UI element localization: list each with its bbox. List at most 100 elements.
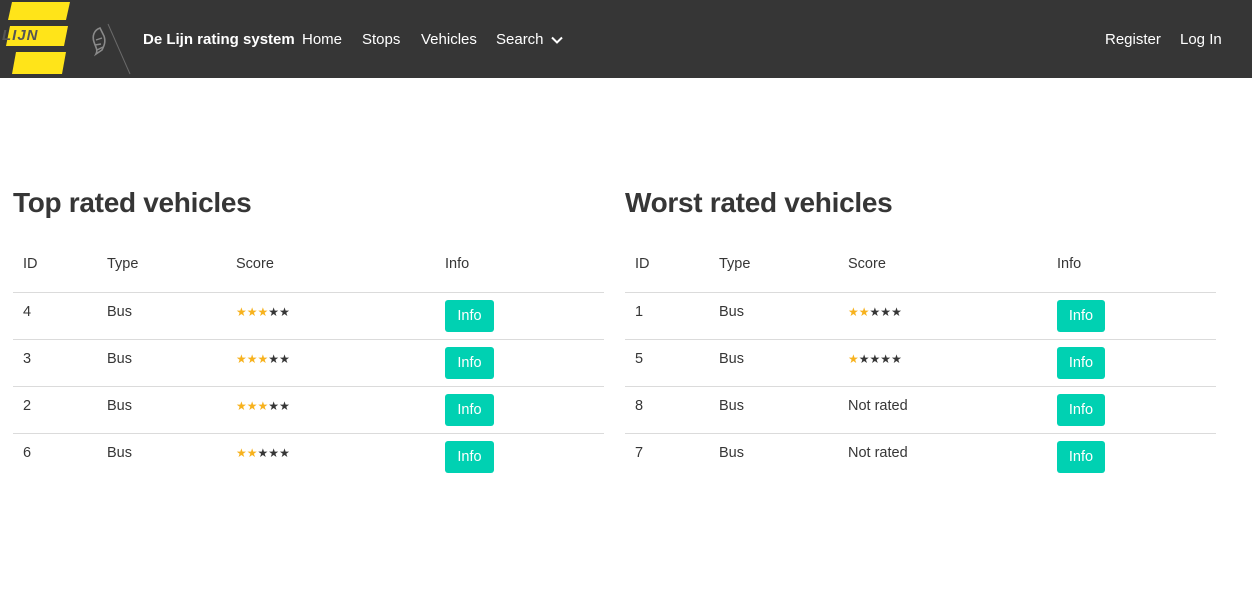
star-empty-icon: ★ (268, 304, 280, 319)
header-info: Info (1057, 248, 1216, 293)
vehicle-type: Bus (107, 339, 236, 387)
star-empty-icon: ★ (891, 304, 902, 319)
star-filled-icon: ★ (848, 304, 859, 319)
nav-search-dropdown[interactable]: Search (496, 30, 564, 50)
info-cell: Info (1057, 292, 1216, 340)
nav-home[interactable]: Home (302, 30, 342, 50)
info-button[interactable]: Info (1057, 346, 1105, 379)
table-row: 2 Bus ★★★★★ Info (13, 386, 604, 434)
de-lijn-logo[interactable]: LIJN (0, 2, 76, 76)
star-filled-icon: ★ (236, 398, 247, 413)
vehicle-type: Bus (719, 444, 744, 461)
info-button[interactable]: Info (445, 299, 494, 332)
star-empty-icon: ★ (279, 445, 290, 460)
star-filled-icon: ★ (246, 351, 258, 366)
star-filled-icon: ★ (858, 304, 870, 319)
header-score: Score (236, 248, 445, 293)
vehicle-id: 7 (635, 444, 644, 461)
top-rated-title: Top rated vehicles (13, 187, 252, 218)
vehicle-type: Bus (107, 292, 236, 340)
table-row: 3 Bus ★★★★★ Info (13, 339, 604, 387)
login-link[interactable]: Log In (1180, 30, 1222, 50)
star-filled-icon: ★ (246, 398, 258, 413)
info-cell: Info (445, 339, 604, 387)
header-info: Info (445, 248, 604, 293)
table-row: 7 Bus Not rated Info (625, 433, 1216, 480)
info-cell: Info (1057, 339, 1216, 387)
vehicle-id: 8 (625, 386, 719, 434)
star-empty-icon: ★ (880, 304, 892, 319)
star-rating: ★★★★★ (236, 292, 445, 340)
info-button[interactable]: Info (445, 440, 494, 473)
star-rating: ★★★★★ (236, 386, 445, 434)
table-header-row: ID Type Score Info (625, 248, 1216, 293)
register-link[interactable]: Register (1105, 30, 1161, 50)
star-filled-icon: ★ (246, 445, 258, 460)
star-filled-icon: ★ (246, 304, 258, 319)
vehicle-type: Bus (719, 386, 848, 434)
info-cell: Info (1057, 386, 1216, 434)
star-filled-icon: ★ (236, 351, 247, 366)
star-empty-icon: ★ (869, 304, 881, 319)
star-rating: ★★★★★ (848, 339, 1057, 387)
star-filled-icon: ★ (257, 398, 269, 413)
info-cell: Info (445, 292, 604, 340)
star-filled-icon: ★ (257, 351, 269, 366)
vehicle-id: 4 (13, 292, 107, 340)
star-empty-icon: ★ (891, 351, 902, 366)
info-button[interactable]: Info (445, 393, 494, 426)
vehicle-type: Bus (719, 292, 848, 340)
nav-vehicles[interactable]: Vehicles (421, 30, 477, 50)
vehicle-id: 6 (23, 444, 32, 461)
header-type: Type (719, 248, 848, 293)
star-filled-icon: ★ (236, 445, 247, 460)
star-empty-icon: ★ (279, 351, 290, 366)
header-id: ID (13, 248, 107, 293)
vehicle-id: 1 (625, 292, 719, 340)
top-rated-table: ID Type Score Info 4 Bus ★★★★★ Info 3 Bus ★★★★… (13, 248, 604, 480)
star-empty-icon: ★ (880, 351, 892, 366)
score-text: Not rated (848, 386, 1057, 434)
info-button[interactable]: Info (1057, 393, 1105, 426)
header-score: Score (848, 248, 1057, 293)
table-row: 6 Bus ★★★★★ Info (13, 433, 604, 480)
table-row: 8 Bus Not rated Info (625, 386, 1216, 434)
worst-rated-panel: Worst rated vehicles ID Type Score Info … (625, 186, 1216, 480)
info-cell: Info (445, 433, 604, 480)
vehicle-id: 2 (13, 386, 107, 434)
navbar: LIJN De Lijn rating system Home Stops Ve… (0, 0, 1252, 78)
top-rated-panel: Top rated vehicles ID Type Score Info 4B… (13, 186, 604, 480)
chevron-down-icon (550, 36, 563, 44)
star-rating: ★★★★★ (236, 433, 445, 480)
star-empty-icon: ★ (268, 351, 280, 366)
nav-stops[interactable]: Stops (362, 30, 400, 50)
info-button[interactable]: Info (1057, 440, 1105, 473)
star-empty-icon: ★ (858, 351, 870, 366)
worst-rated-title: Worst rated vehicles (625, 187, 893, 218)
table-header-row: ID Type Score Info (13, 248, 604, 293)
vehicle-type: Bus (719, 339, 848, 387)
worst-rated-table: ID Type Score Info 1 Bus ★★★★★ Info 5 Bus ★★★★… (625, 248, 1216, 480)
brand-title[interactable]: De Lijn rating system (143, 30, 295, 50)
header-id: ID (625, 248, 719, 293)
vehicle-type: Bus (107, 386, 236, 434)
star-rating: ★★★★★ (236, 339, 445, 387)
flemish-lion-icon (86, 20, 134, 76)
info-button[interactable]: Info (445, 346, 494, 379)
star-empty-icon: ★ (279, 398, 290, 413)
svg-text:LIJN: LIJN (2, 27, 39, 44)
table-row: 5 Bus ★★★★★ Info (625, 339, 1216, 387)
star-empty-icon: ★ (279, 304, 290, 319)
star-empty-icon: ★ (869, 351, 881, 366)
table-row: 4 Bus ★★★★★ Info (13, 292, 604, 340)
nav-search-label: Search (496, 31, 544, 48)
table-row: 1 Bus ★★★★★ Info (625, 292, 1216, 340)
info-cell: Info (1057, 433, 1216, 480)
score-text: Not rated (848, 444, 908, 461)
star-empty-icon: ★ (268, 398, 280, 413)
vehicle-id: 5 (625, 339, 719, 387)
star-filled-icon: ★ (257, 304, 269, 319)
star-empty-icon: ★ (257, 445, 269, 460)
info-button[interactable]: Info (1057, 299, 1105, 332)
star-filled-icon: ★ (848, 351, 859, 366)
